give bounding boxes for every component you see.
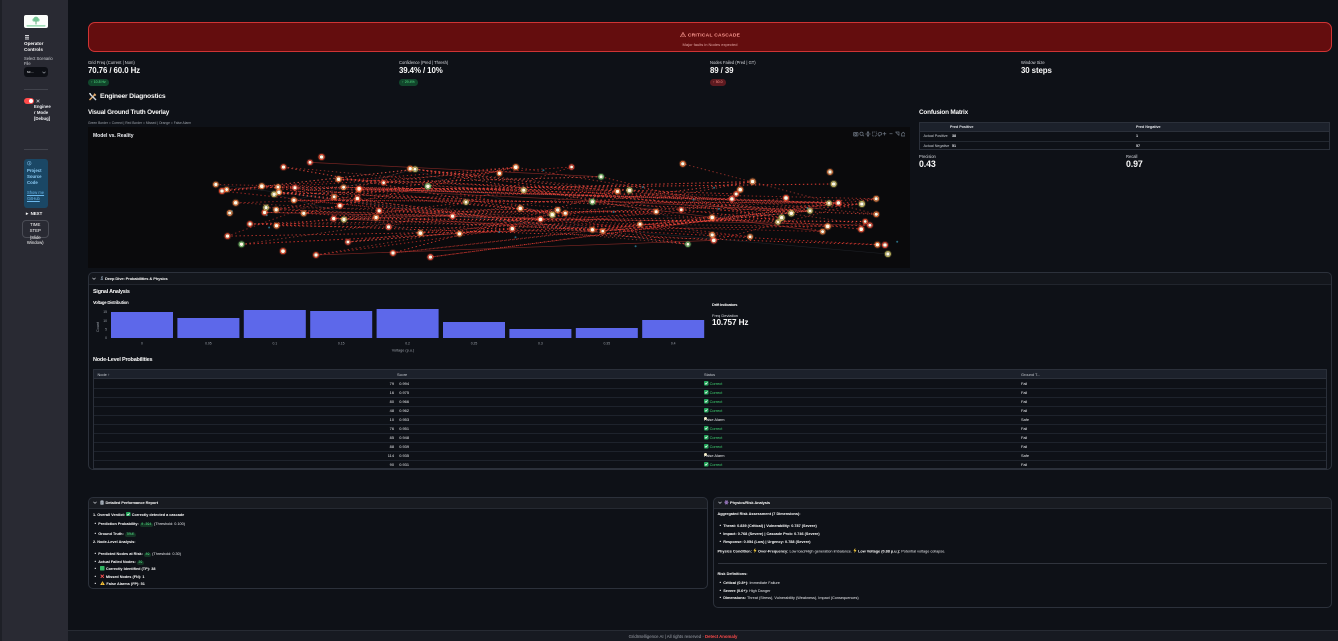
- svg-text:0.05: 0.05: [205, 342, 212, 346]
- svg-text:0.2: 0.2: [405, 342, 410, 346]
- svg-text:0: 0: [105, 336, 107, 340]
- svg-text:0.4: 0.4: [671, 342, 676, 346]
- svg-text:0: 0: [141, 342, 143, 346]
- svg-text:0.25: 0.25: [471, 342, 478, 346]
- svg-text:0.1: 0.1: [272, 342, 277, 346]
- svg-text:Count: Count: [96, 321, 100, 332]
- svg-text:5: 5: [105, 327, 107, 331]
- svg-text:15: 15: [103, 310, 107, 314]
- svg-text:Voltage (p.u.): Voltage (p.u.): [392, 349, 415, 353]
- svg-text:0.3: 0.3: [538, 342, 543, 346]
- svg-text:0.35: 0.35: [603, 342, 610, 346]
- svg-text:10: 10: [103, 319, 107, 323]
- svg-text:0.15: 0.15: [338, 342, 345, 346]
